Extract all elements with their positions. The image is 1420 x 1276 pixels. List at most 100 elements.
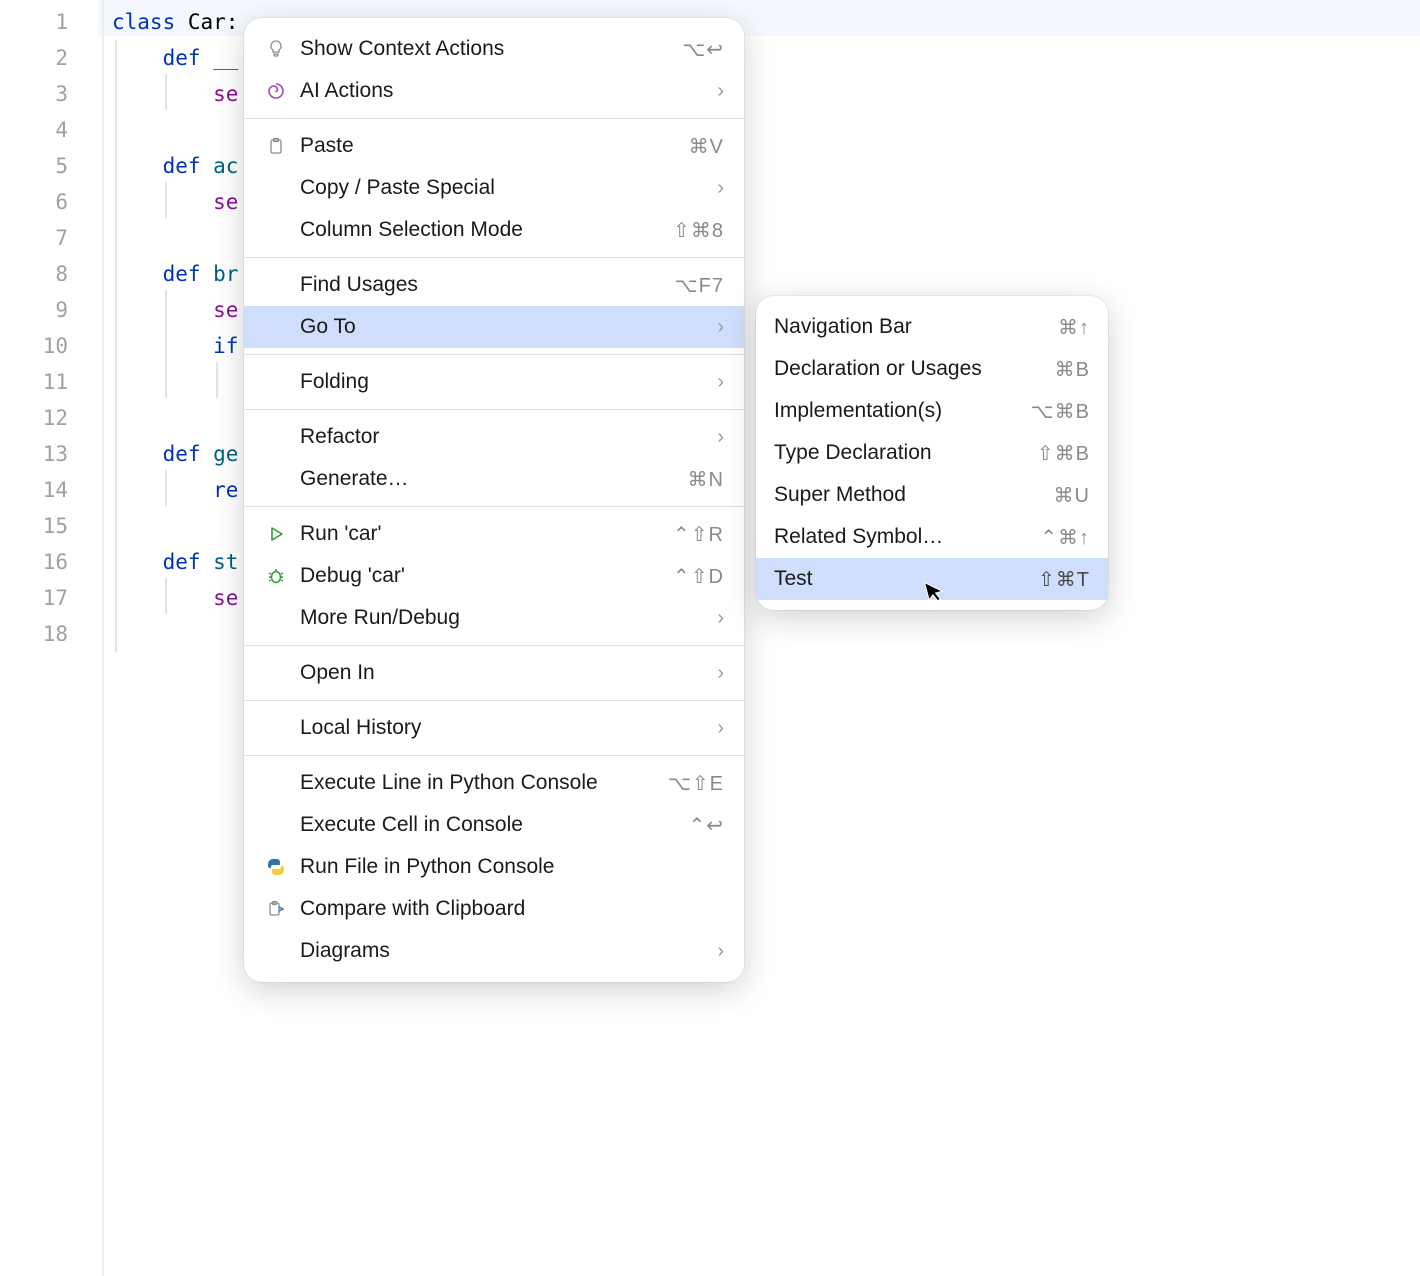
submenu-item-type-declaration[interactable]: Type Declaration ⇧⌘B: [756, 432, 1108, 474]
menu-item-run-file-console[interactable]: Run File in Python Console: [244, 846, 744, 888]
menu-item-label: Go To: [300, 315, 705, 339]
submenu-item-related-symbol[interactable]: Related Symbol… ⌃⌘↑: [756, 516, 1108, 558]
line-number: 2: [0, 40, 98, 76]
menu-item-more-run-debug[interactable]: More Run/Debug ›: [244, 597, 744, 639]
menu-item-debug-car[interactable]: Debug 'car' ⌃⇧D: [244, 555, 744, 597]
submenu-item-declaration-usages[interactable]: Declaration or Usages ⌘B: [756, 348, 1108, 390]
chevron-right-icon: ›: [717, 316, 724, 339]
menu-shortcut: ⌥⌘B: [1031, 399, 1090, 424]
line-number: 1: [0, 4, 98, 40]
method-indent-guide: [165, 578, 167, 614]
line-number: 7: [0, 220, 98, 256]
menu-shortcut: ⇧⌘B: [1037, 441, 1090, 466]
line-number: 9: [0, 292, 98, 328]
method-indent-guide: [165, 74, 167, 110]
menu-item-ai-actions[interactable]: AI Actions ›: [244, 70, 744, 112]
menu-shortcut: ⌥↩: [682, 37, 724, 62]
menu-item-label: Navigation Bar: [774, 315, 1046, 339]
menu-shortcut: ⇧⌘T: [1038, 567, 1090, 592]
menu-item-label: Open In: [300, 661, 705, 685]
line-number: 16: [0, 544, 98, 580]
menu-separator: [244, 645, 744, 646]
menu-item-label: Run 'car': [300, 522, 661, 546]
menu-item-label: Implementation(s): [774, 399, 1019, 423]
method-indent-guide: [216, 362, 218, 398]
menu-item-label: Test: [774, 567, 1026, 591]
menu-item-paste[interactable]: Paste ⌘V: [244, 125, 744, 167]
menu-item-label: Compare with Clipboard: [300, 897, 724, 921]
method-indent-guide: [115, 40, 117, 652]
menu-item-open-in[interactable]: Open In ›: [244, 652, 744, 694]
line-number: 10: [0, 328, 98, 364]
chevron-right-icon: ›: [717, 371, 724, 394]
line-number: 12: [0, 400, 98, 436]
menu-shortcut: ⌘↑: [1058, 315, 1090, 340]
menu-item-diagrams[interactable]: Diagrams ›: [244, 930, 744, 972]
menu-item-compare-clipboard[interactable]: Compare with Clipboard: [244, 888, 744, 930]
menu-item-find-usages[interactable]: Find Usages ⌥F7: [244, 264, 744, 306]
compare-clipboard-icon: [260, 899, 292, 919]
menu-item-local-history[interactable]: Local History ›: [244, 707, 744, 749]
menu-item-column-selection[interactable]: Column Selection Mode ⇧⌘8: [244, 209, 744, 251]
submenu-item-test[interactable]: Test ⇧⌘T: [756, 558, 1108, 600]
method-indent-guide: [165, 182, 167, 218]
line-number: 15: [0, 508, 98, 544]
line-number: 14: [0, 472, 98, 508]
menu-separator: [244, 409, 744, 410]
method-indent-guide: [165, 470, 167, 506]
line-number: 6: [0, 184, 98, 220]
clipboard-icon: [260, 136, 292, 156]
menu-item-go-to[interactable]: Go To ›: [244, 306, 744, 348]
menu-item-label: Execute Line in Python Console: [300, 771, 656, 795]
menu-item-generate[interactable]: Generate… ⌘N: [244, 458, 744, 500]
menu-item-label: Show Context Actions: [300, 37, 670, 61]
line-gutter: 1 2 3 4 5 6 7 8 9 10 11 12 13 14 15 16 1…: [0, 0, 98, 1276]
line-number: 8: [0, 256, 98, 292]
menu-item-label: More Run/Debug: [300, 606, 705, 630]
menu-separator: [244, 755, 744, 756]
line-number: 17: [0, 580, 98, 616]
menu-item-copy-paste-special[interactable]: Copy / Paste Special ›: [244, 167, 744, 209]
submenu-item-super-method[interactable]: Super Method ⌘U: [756, 474, 1108, 516]
menu-item-label: Generate…: [300, 467, 676, 491]
menu-shortcut: ⌥⇧E: [668, 771, 724, 796]
menu-separator: [244, 700, 744, 701]
line-number: 5: [0, 148, 98, 184]
menu-item-folding[interactable]: Folding ›: [244, 361, 744, 403]
context-menu: Show Context Actions ⌥↩ AI Actions › Pas…: [244, 18, 744, 982]
menu-shortcut: ⌥F7: [675, 273, 724, 298]
menu-item-show-context-actions[interactable]: Show Context Actions ⌥↩: [244, 28, 744, 70]
menu-item-label: Column Selection Mode: [300, 218, 661, 242]
menu-item-label: Execute Cell in Console: [300, 813, 676, 837]
line-number: 13: [0, 436, 98, 472]
menu-shortcut: ⌘B: [1055, 357, 1090, 382]
menu-shortcut: ⌘N: [688, 467, 724, 492]
chevron-right-icon: ›: [717, 662, 724, 685]
python-icon: [260, 857, 292, 877]
submenu-item-implementations[interactable]: Implementation(s) ⌥⌘B: [756, 390, 1108, 432]
submenu-item-navigation-bar[interactable]: Navigation Bar ⌘↑: [756, 306, 1108, 348]
line-number: 3: [0, 76, 98, 112]
menu-item-run-car[interactable]: Run 'car' ⌃⇧R: [244, 513, 744, 555]
bug-icon: [260, 566, 292, 586]
run-icon: [260, 524, 292, 544]
menu-shortcut: ⌘U: [1054, 483, 1090, 508]
menu-item-label: Run File in Python Console: [300, 855, 724, 879]
menu-item-label: AI Actions: [300, 79, 705, 103]
go-to-submenu: Navigation Bar ⌘↑ Declaration or Usages …: [756, 296, 1108, 610]
line-number: 4: [0, 112, 98, 148]
chevron-right-icon: ›: [717, 80, 724, 103]
menu-separator: [244, 354, 744, 355]
menu-item-refactor[interactable]: Refactor ›: [244, 416, 744, 458]
menu-item-execute-line-console[interactable]: Execute Line in Python Console ⌥⇧E: [244, 762, 744, 804]
menu-item-label: Super Method: [774, 483, 1042, 507]
menu-separator: [244, 257, 744, 258]
line-number: 18: [0, 616, 98, 652]
menu-item-execute-cell-console[interactable]: Execute Cell in Console ⌃↩: [244, 804, 744, 846]
lightbulb-icon: [260, 39, 292, 59]
menu-item-label: Local History: [300, 716, 705, 740]
menu-item-label: Debug 'car': [300, 564, 661, 588]
menu-shortcut: ⌃↩: [688, 813, 724, 838]
chevron-right-icon: ›: [717, 177, 724, 200]
chevron-right-icon: ›: [717, 607, 724, 630]
